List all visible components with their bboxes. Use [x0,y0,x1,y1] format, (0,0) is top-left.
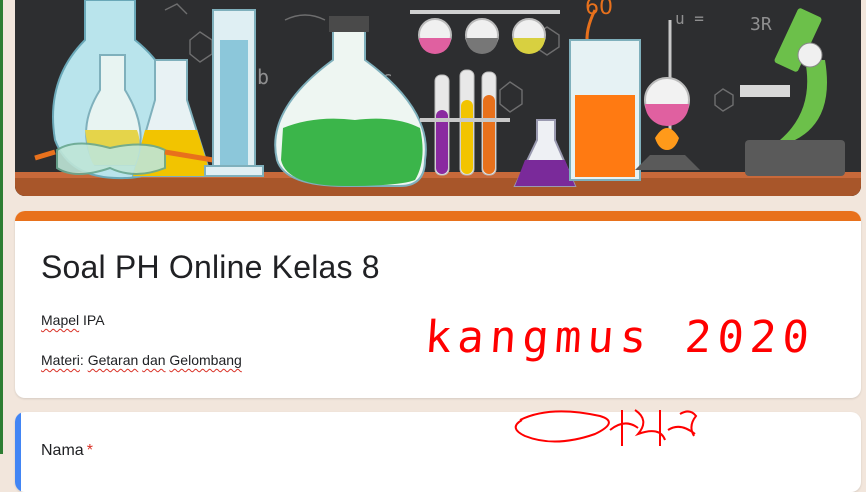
active-question-indicator [15,412,21,492]
subject-value: IPA [83,312,105,328]
form-title-card: Soal PH Online Kelas 8 Mapel IPA Materi:… [15,211,861,398]
question-title: Nama [41,442,84,459]
form-description-subject: Mapel IPA [41,312,105,328]
accent-strip [15,211,861,221]
chalk-text-0: 60 [585,0,613,20]
question-card-name[interactable]: Nama * [15,412,861,492]
topic-value: Getaran [87,352,139,368]
topic-label: Materi [41,352,80,368]
chalk-text-4: u = [675,9,704,28]
page-edge [0,0,3,454]
form-title: Soal PH Online Kelas 8 [41,249,380,285]
handwritten-signature [514,409,698,446]
subject-label: Mapel [41,312,80,328]
question-label: Nama * [41,442,93,460]
chalk-text-3: 3R [750,14,772,35]
topic-conjunction: dan [142,352,166,368]
handwritten-watermark: kangmus 2020 [423,312,817,363]
form-description-topic: Materi: Getaran dan Gelombang [41,352,242,368]
header-banner-image: -b 40c 3R u = 60 [15,0,861,196]
required-asterisk: * [86,442,93,459]
topic-value-2: Gelombang [169,352,242,368]
